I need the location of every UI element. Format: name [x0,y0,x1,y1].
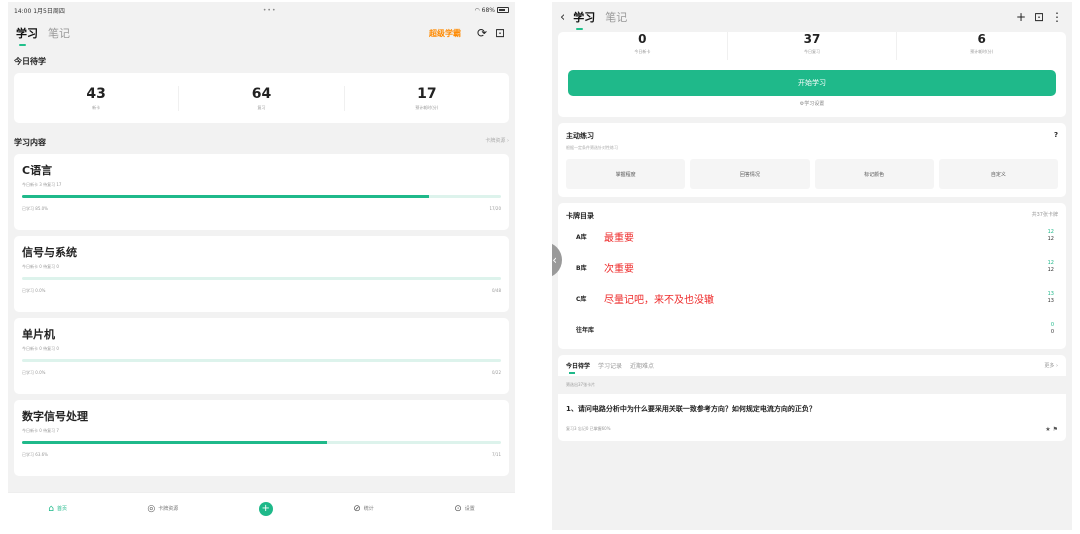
top-nav: 学习 笔记 超级学霸 ⟳ ⊡ [8,18,515,48]
status-dots: ••• [262,6,277,14]
course-card[interactable]: 单片机 今日新卡 0 待复习 0 已学习 0.0% 0/22 [14,318,509,394]
bottom-tab-bar: ⌂ 首页 ◎ 卡牌资源 + ⊘ 统计 ⊙ 设置 [8,492,515,524]
today-stats-card: 43 新卡 64 复习 17 预计耗时(分) [14,73,509,123]
today-tabs: 今日待学 学习记录 近期难点 更多 › [558,355,1066,376]
progress-bar [22,441,501,444]
filter-info: 筛选出37张卡片 [558,376,1066,394]
content-section-title: 学习内容 卡牌资源 › [14,137,509,148]
question-text: 1、请问电路分析中为什么要采用关联一致参考方向？如何规定电流方向的正负？ [566,405,816,413]
tab-home[interactable]: ⌂ 首页 [48,504,67,514]
library-item[interactable]: A库 最重要 12 12 [566,221,1058,252]
status-time: 14:00 [14,7,32,15]
stat-time: 17 预计耗时(分) [343,85,509,111]
course-name: 数字信号处理 [22,410,88,423]
course-name: 信号与系统 [22,246,77,259]
course-name: 单片机 [22,328,55,341]
card-resources-link[interactable]: 卡牌资源 › [485,137,509,148]
stat-time: 6 预计耗时(分) [896,32,1066,60]
top-nav: ‹ 学习 笔记 + ⊡ ⋮ [552,2,1072,32]
course-name: C语言 [22,164,53,177]
question-item[interactable]: 1、请问电路分析中为什么要采用关联一致参考方向？如何规定电流方向的正负？ 复习3… [558,394,1066,441]
home-icon: ⌂ [48,503,54,514]
tab-records[interactable]: 学习记录 [598,361,622,370]
course-card[interactable]: C语言 今日新卡 3 待复习 17 已学习 85.0% 17/20 [14,154,509,230]
left-screen: 14:00 1月5日周四 ••• ◠ 68% 学习 笔记 超级学霸 ⟳ ⊡ 今日… [8,2,515,524]
stats-icon: ⊘ [353,503,361,514]
stat-review: 64 复习 [178,85,343,111]
library-item[interactable]: C库 尽量记吧，来不及也没辙 13 13 [566,283,1058,314]
course-card[interactable]: 信号与系统 今日新卡 0 待复习 0 已学习 0.0% 0/48 [14,236,509,312]
question-meta: 复习3 忘记0 已掌握60% [566,426,611,431]
chip-color-tag[interactable]: 标记颜色 [814,159,934,189]
sync-icon[interactable]: ⟳ [475,26,489,40]
library-item[interactable]: B库 次重要 12 12 [566,252,1058,283]
tab-notes[interactable]: 笔记 [48,25,70,41]
stat-review: 37 今日复习 [726,32,897,60]
star-icon[interactable]: ★ [1045,426,1050,433]
tab-difficult[interactable]: 近期难点 [630,361,654,370]
back-icon[interactable]: ‹ [560,10,565,25]
practice-card: 主动练习? 根据一定条件筛选针对性练习 掌握程度 回答情况 标记颜色 自定义 [558,123,1066,197]
flag-icon[interactable]: ⚑ [1053,426,1058,433]
today-card: 今日待学 学习记录 近期难点 更多 › 筛选出37张卡片 1、请问电路分析中为什… [558,355,1066,441]
practice-title: 主动练习 [566,132,594,140]
brand-logo[interactable]: 超级学霸 [429,28,461,39]
import-icon[interactable]: ⊡ [1032,10,1046,24]
tab-notes[interactable]: 笔记 [605,9,627,25]
cards-icon: ◎ [147,503,156,514]
status-bar: 14:00 1月5日周四 ••• ◠ 68% [8,2,515,18]
progress-bar [22,195,501,198]
tab-stats[interactable]: ⊘ 统计 [353,504,374,514]
stats-row: 0 今日新卡 37 今日复习 6 预计耗时(分) [558,32,1066,60]
add-button[interactable]: + [258,501,273,516]
add-icon[interactable]: + [1014,10,1028,24]
start-study-button[interactable]: 开始学习 [568,70,1056,96]
import-icon[interactable]: ⊡ [493,26,507,40]
course-sub: 今日新卡 3 待复习 17 [22,182,62,187]
progress-bar [22,359,501,362]
practice-desc: 根据一定条件筛选针对性练习 [566,145,618,150]
catalog-card: 卡牌目录 共37张卡牌 A库 最重要 12 12 B库 次重要 12 12 C库 尽量记吧，… [558,203,1066,349]
tab-settings[interactable]: ⊙ 设置 [454,504,475,514]
status-date: 1月5日周四 [33,7,65,15]
wifi-icon: ◠ [474,6,480,14]
more-link[interactable]: 更多 › [1044,362,1058,369]
progress-bar [22,277,501,280]
course-sub: 今日新卡 0 待复习 0 [22,346,59,351]
settings-icon: ⊙ [454,503,462,514]
tab-study[interactable]: 学习 [573,9,595,30]
course-sub: 今日新卡 0 待复习 7 [22,428,59,433]
stat-new: 0 今日新卡 [634,32,651,54]
right-screen: ‹ 学习 笔记 + ⊡ ⋮ 0 今日新卡 37 今日复习 6 预计耗时(分) 开始学习… [552,2,1072,530]
battery-level: 68% [481,6,495,14]
more-icon[interactable]: ⋮ [1050,10,1064,24]
chip-custom[interactable]: 自定义 [938,159,1058,189]
course-sub: 今日新卡 0 待复习 0 [22,264,59,269]
today-section-title: 今日待学 [14,57,46,66]
catalog-title: 卡牌目录 [566,212,594,220]
help-icon[interactable]: ? [1054,131,1058,141]
library-item[interactable]: 往年库 00 [566,314,1058,345]
stat-new: 43 新卡 [86,85,106,110]
tab-card-resources[interactable]: ◎ 卡牌资源 [147,504,178,514]
chip-mastery[interactable]: 掌握程度 [566,159,686,189]
tab-study[interactable]: 学习 [16,25,38,46]
chip-answers[interactable]: 回答情况 [690,159,810,189]
study-settings-link[interactable]: ⚙学习设置 [558,100,1066,117]
study-card: 0 今日新卡 37 今日复习 6 预计耗时(分) 开始学习 ⚙学习设置 [558,32,1066,117]
battery-icon [497,7,509,13]
course-card[interactable]: 数字信号处理 今日新卡 0 待复习 7 已学习 63.6% 7/11 [14,400,509,476]
catalog-count: 共37张卡牌 [1031,212,1058,218]
tab-today[interactable]: 今日待学 [566,361,590,374]
